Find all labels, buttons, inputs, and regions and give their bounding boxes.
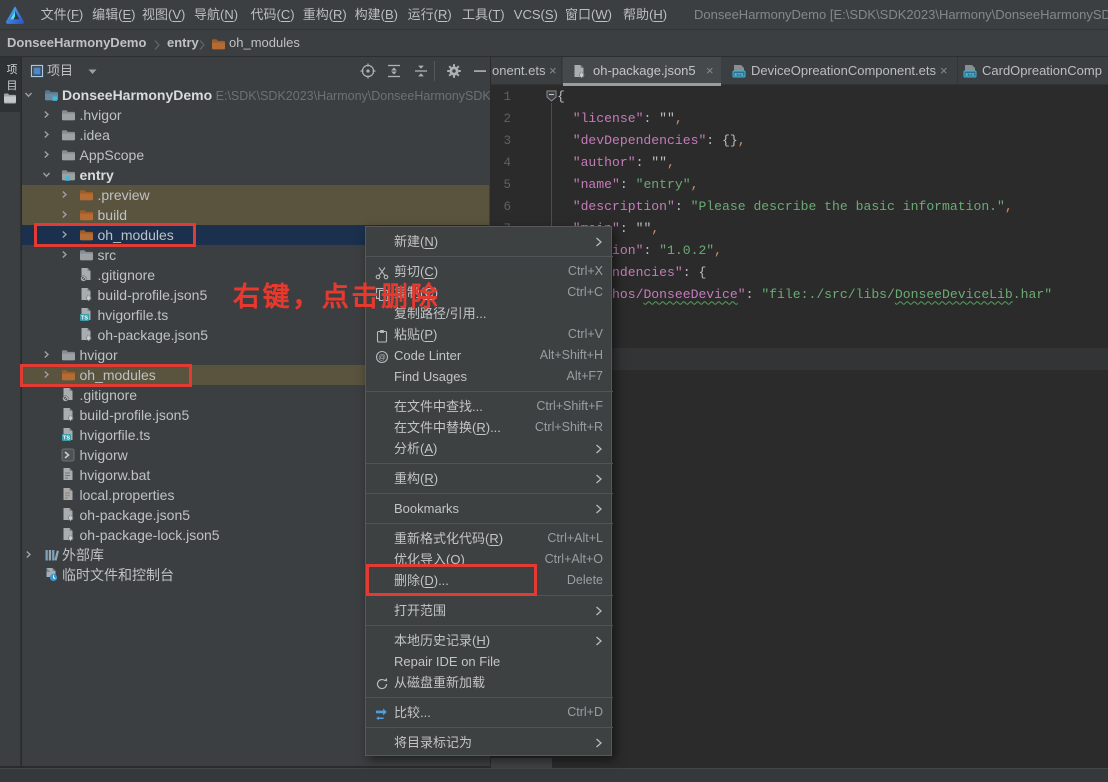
svg-text:TS: TS bbox=[63, 436, 70, 442]
svg-text:@: @ bbox=[378, 352, 386, 361]
svg-text:ETS: ETS bbox=[966, 72, 975, 77]
svg-text:TS: TS bbox=[80, 316, 87, 322]
svg-text:ETS: ETS bbox=[735, 72, 744, 77]
